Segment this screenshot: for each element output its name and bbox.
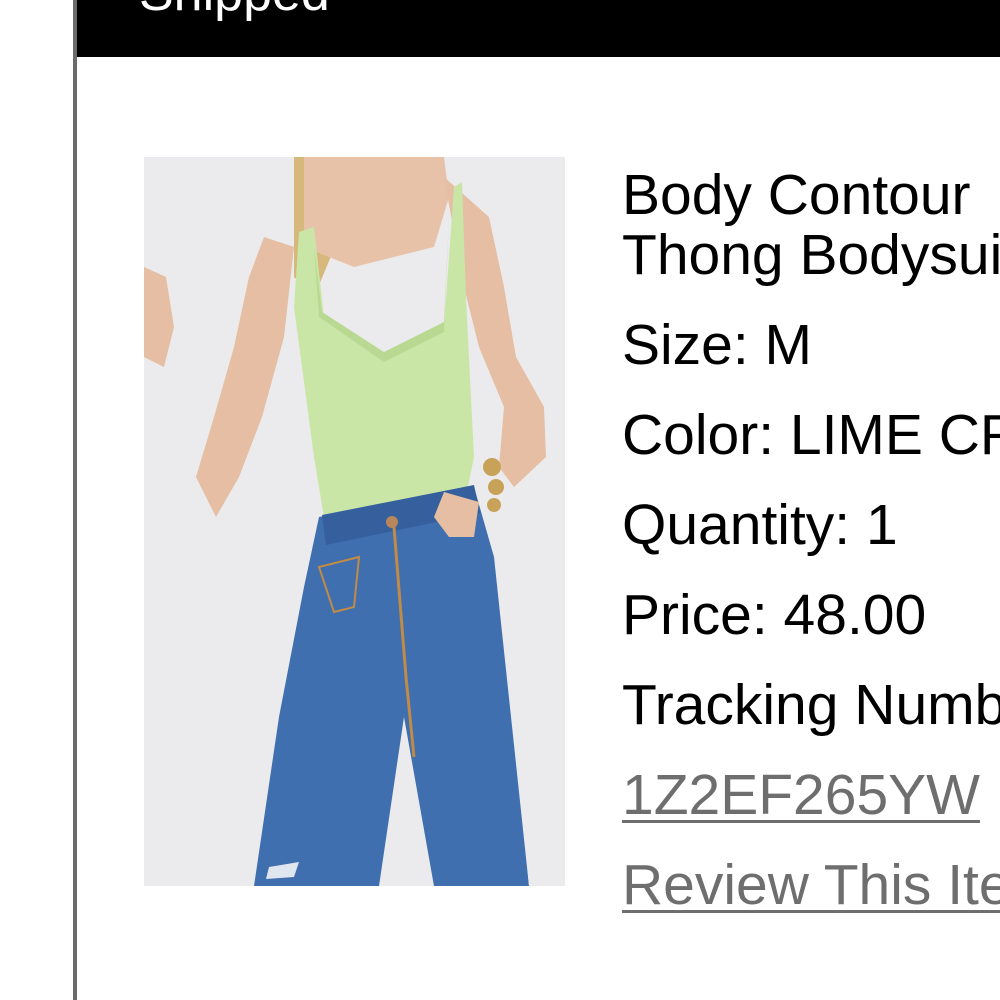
product-details: Body Contour Thong Bodysuit Size: M Colo…	[622, 165, 1000, 915]
tracking-number-label: Tracking Number:	[622, 673, 1000, 737]
size-value: Size: M	[622, 313, 813, 377]
panel-left-border	[73, 0, 77, 1000]
color-value: Color: LIME CREAM	[622, 403, 1000, 467]
review-item-link[interactable]: Review This Item	[622, 853, 1000, 915]
shipment-status-text: Shipped	[139, 0, 330, 23]
product-name-line1: Body Contour	[622, 165, 971, 227]
price-value: Price: 48.00	[622, 583, 927, 647]
quantity-value: Quantity: 1	[622, 493, 898, 557]
tracking-number-link[interactable]: 1Z2EF265YW	[622, 763, 980, 827]
product-image[interactable]	[144, 157, 565, 886]
shipment-status-bar: Shipped	[77, 0, 1000, 57]
product-name-line2: Thong Bodysuit	[622, 223, 1000, 287]
